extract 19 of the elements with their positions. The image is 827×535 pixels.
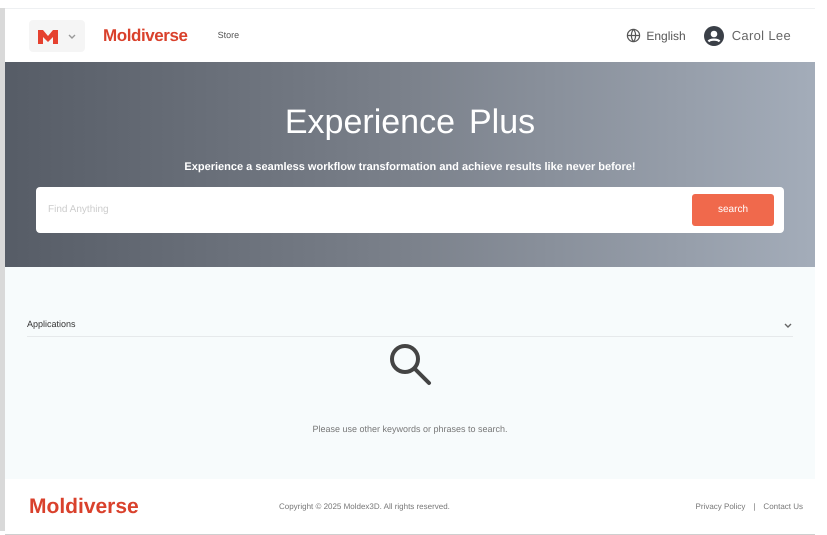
search-button[interactable]: search: [692, 194, 774, 226]
hero-title-accent: Plus: [468, 102, 536, 143]
globe-icon: [626, 28, 642, 43]
app-switcher[interactable]: [29, 20, 85, 52]
logo-icon: [37, 28, 59, 44]
footer-brand: Moldiverse: [29, 494, 140, 520]
language-button[interactable]: English: [626, 26, 686, 44]
empty-message: Please use other keywords or phrases to search.: [312, 423, 508, 436]
copyright-text: Copyright © 2025 Moldex3D. All rights reserved.: [279, 500, 450, 512]
user-icon: [704, 26, 724, 46]
nav-link[interactable]: Store: [218, 28, 240, 42]
footer-link[interactable]: Privacy Policy: [696, 500, 746, 512]
link-separator: |: [753, 500, 756, 512]
hero-title: Experience: [284, 102, 455, 143]
footer-link[interactable]: Contact Us: [763, 500, 803, 512]
user-button[interactable]: Carol Lee: [704, 26, 791, 46]
hero-subtitle: Experience a seamless workflow transformation and achieve results like never before!: [184, 160, 636, 175]
section-header[interactable]: Applications: [27, 317, 793, 337]
brand-name: Moldiverse: [103, 24, 188, 47]
